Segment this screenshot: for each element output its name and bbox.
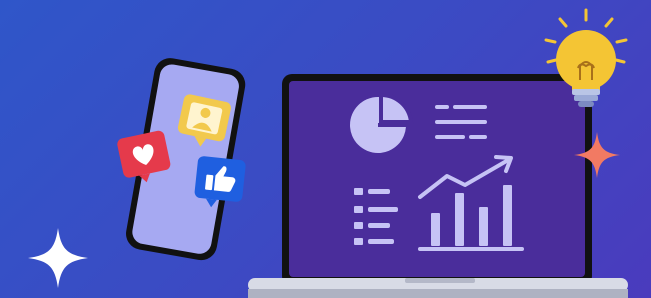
- illustration-canvas: [28, 8, 628, 298]
- sparkle-icon: [28, 228, 88, 288]
- hero-illustration: [0, 0, 651, 298]
